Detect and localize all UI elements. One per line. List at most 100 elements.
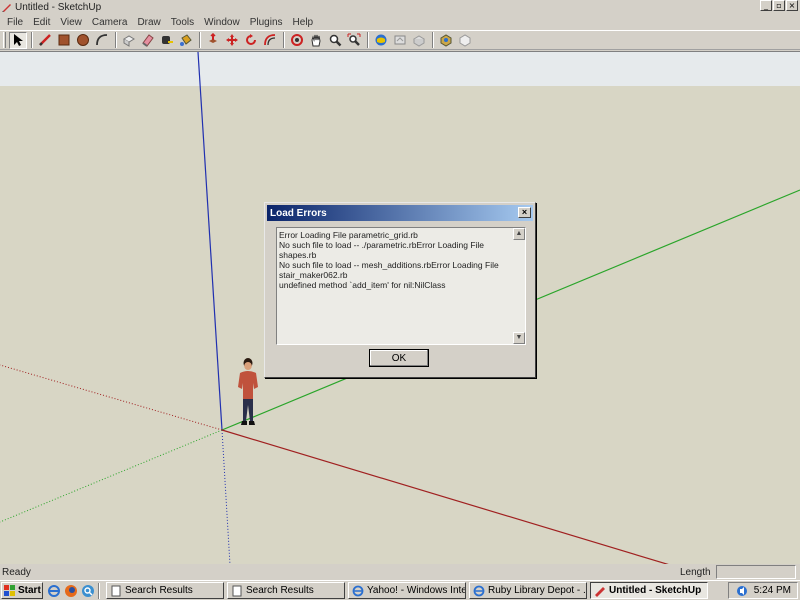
- title-bar: Untitled - SketchUp _ ▫ ×: [0, 0, 800, 14]
- share-component-button[interactable]: [410, 32, 428, 49]
- windows-taskbar: Start Search Results Search Results Yaho…: [0, 580, 800, 600]
- sketchup-app-icon: [2, 4, 11, 12]
- orbit-icon: [291, 34, 303, 46]
- clock[interactable]: 5:24 PM: [754, 585, 791, 596]
- sketchup-app-icon: [595, 586, 605, 597]
- toolbar-separator: [367, 32, 369, 48]
- menu-view[interactable]: View: [55, 17, 87, 28]
- firefox-icon[interactable]: [64, 584, 78, 598]
- error-lines: Error Loading File parametric_grid.rb No…: [279, 230, 512, 290]
- taskbar-item-yahoo[interactable]: Yahoo! - Windows Inte...: [348, 582, 466, 599]
- orbit-tool-button[interactable]: [288, 32, 306, 49]
- taskbar-item-search-results-1[interactable]: Search Results: [106, 582, 224, 599]
- taskbar-item-ruby-library[interactable]: Ruby Library Depot - ...: [469, 582, 587, 599]
- length-label: Length: [680, 566, 711, 578]
- blue-axis-negative: [221, 429, 231, 564]
- window-controls: _ ▫ ×: [760, 0, 798, 11]
- dialog-close-button[interactable]: ×: [518, 207, 531, 218]
- rectangle-tool-button[interactable]: [55, 32, 73, 49]
- google-earth-alt-button[interactable]: [456, 32, 474, 49]
- scroll-down-button[interactable]: ▼: [513, 332, 525, 344]
- red-axis-negative: [0, 364, 223, 431]
- close-button[interactable]: ×: [786, 0, 798, 11]
- internet-explorer-icon: [352, 585, 364, 596]
- rectangle-icon: [58, 34, 70, 46]
- error-line: shapes.rb: [279, 250, 317, 260]
- windows-logo-icon: [4, 584, 15, 596]
- ok-button[interactable]: OK: [369, 349, 429, 367]
- toolbar-grip[interactable]: [3, 32, 6, 48]
- error-line: stair_maker062.rb: [279, 270, 348, 280]
- tape-measure-icon: [162, 36, 173, 44]
- google-earth-alt-icon: [459, 34, 471, 47]
- error-line: No such file to load -- ./parametric.rbE…: [279, 240, 485, 250]
- google-earth-icon: [440, 34, 452, 47]
- document-icon: [111, 585, 121, 596]
- zoom-extents-button[interactable]: [345, 32, 363, 49]
- internet-explorer-icon[interactable]: [47, 584, 61, 598]
- blue-axis: [197, 52, 223, 431]
- share-model-icon: [394, 35, 406, 45]
- internet-explorer-icon: [473, 585, 485, 596]
- error-line: Error Loading File parametric_grid.rb: [279, 230, 418, 240]
- task-label: Ruby Library Depot - ...: [488, 585, 587, 596]
- offset-tool-button[interactable]: [261, 32, 279, 49]
- arc-tool-button[interactable]: [93, 32, 111, 49]
- push-pull-button[interactable]: [204, 32, 222, 49]
- tape-measure-button[interactable]: [158, 32, 176, 49]
- volume-icon[interactable]: [736, 585, 748, 597]
- taskbar-item-search-results-2[interactable]: Search Results: [227, 582, 345, 599]
- scroll-up-button[interactable]: ▲: [513, 228, 525, 240]
- line-tool-button[interactable]: [36, 32, 54, 49]
- task-label: Yahoo! - Windows Inte...: [367, 585, 466, 596]
- rotate-tool-button[interactable]: [242, 32, 260, 49]
- status-bar: Ready Length: [0, 564, 800, 580]
- offset-icon: [264, 34, 276, 46]
- load-errors-dialog: Load Errors × Error Loading File paramet…: [264, 202, 536, 378]
- eraser-tool-button[interactable]: [139, 32, 157, 49]
- start-label: Start: [18, 585, 41, 596]
- vertical-scrollbar[interactable]: ▲ ▼: [513, 228, 525, 344]
- menu-window[interactable]: Window: [199, 17, 245, 28]
- taskbar-item-sketchup[interactable]: Untitled - SketchUp: [590, 582, 708, 599]
- search-icon[interactable]: [81, 584, 95, 598]
- menu-plugins[interactable]: Plugins: [245, 17, 288, 28]
- quick-launch: [47, 584, 95, 598]
- error-line: No such file to load -- mesh_additions.r…: [279, 260, 499, 270]
- task-label: Search Results: [125, 585, 193, 596]
- menu-draw[interactable]: Draw: [132, 17, 165, 28]
- dialog-title-bar[interactable]: Load Errors ×: [267, 205, 533, 221]
- main-toolbar: [0, 30, 800, 50]
- menu-edit[interactable]: Edit: [28, 17, 55, 28]
- length-input[interactable]: [716, 565, 796, 579]
- make-component-button[interactable]: [120, 32, 138, 49]
- get-models-icon: [375, 34, 387, 46]
- circle-tool-button[interactable]: [74, 32, 92, 49]
- google-earth-button[interactable]: [437, 32, 455, 49]
- menu-file[interactable]: File: [2, 17, 28, 28]
- make-component-icon: [123, 35, 135, 47]
- pan-tool-button[interactable]: [307, 32, 325, 49]
- toolbar-separator: [31, 32, 33, 48]
- move-tool-button[interactable]: [223, 32, 241, 49]
- minimize-button[interactable]: _: [760, 0, 772, 11]
- toolbar-separator: [432, 32, 434, 48]
- zoom-tool-button[interactable]: [326, 32, 344, 49]
- paint-bucket-button[interactable]: [177, 32, 195, 49]
- start-button[interactable]: Start: [1, 582, 43, 599]
- menu-tools[interactable]: Tools: [166, 17, 199, 28]
- system-tray: 5:24 PM: [728, 582, 798, 599]
- maximize-button[interactable]: ▫: [773, 0, 785, 11]
- get-models-button[interactable]: [372, 32, 390, 49]
- menu-camera[interactable]: Camera: [87, 17, 133, 28]
- line-icon: [39, 34, 51, 46]
- circle-icon: [77, 34, 89, 46]
- rotate-icon: [246, 34, 256, 45]
- arc-icon: [96, 34, 108, 46]
- zoom-extents-icon: [347, 33, 361, 46]
- select-tool-button[interactable]: [9, 31, 27, 49]
- share-model-button[interactable]: [391, 32, 409, 49]
- toolbar-separator: [199, 32, 201, 48]
- menu-help[interactable]: Help: [288, 17, 319, 28]
- error-text-area[interactable]: Error Loading File parametric_grid.rb No…: [276, 227, 526, 345]
